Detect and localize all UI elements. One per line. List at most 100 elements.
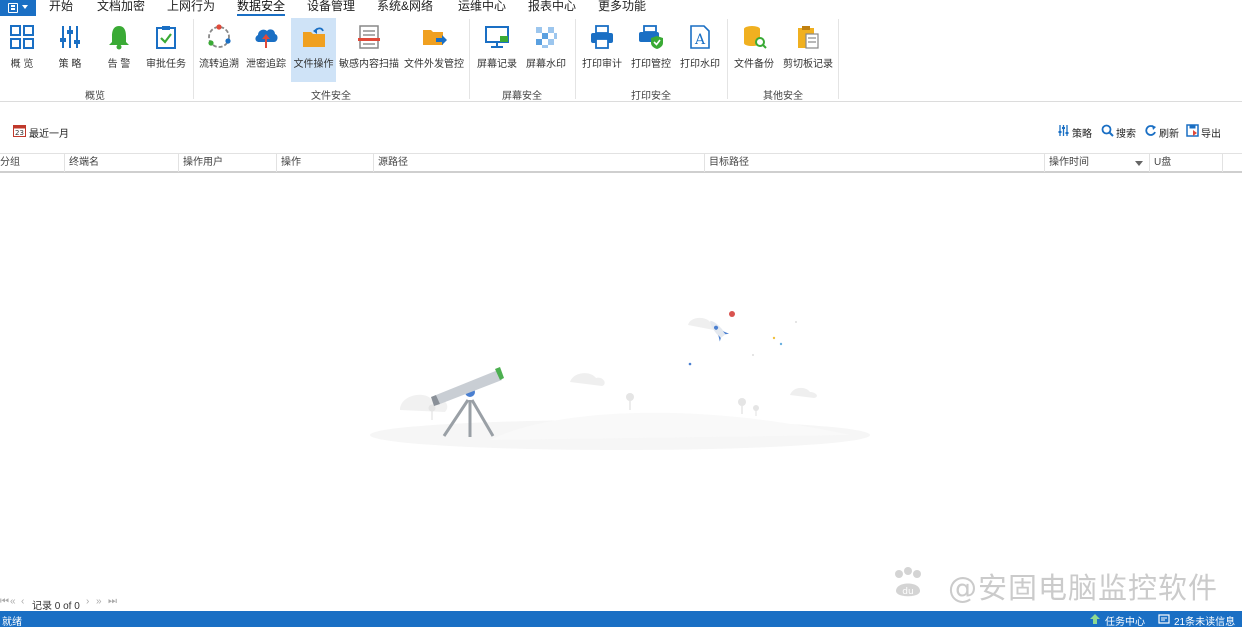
column-header-usb[interactable]: U盘 xyxy=(1150,154,1223,172)
last-page-icon[interactable]: ⏭ xyxy=(108,596,117,607)
overview-label: 概 览 xyxy=(10,59,34,70)
print-audit-label: 打印审计 xyxy=(582,59,622,70)
ribbon: 概 览 策 略 告 警 审批任务 概览 流转追溯 泄密追踪 文件操作 敏感内容扫… xyxy=(0,16,1242,102)
pager: ⏮ « ‹ 记录 0 of 0 › » ⏭ xyxy=(0,596,400,612)
document-scan-icon xyxy=(358,25,380,49)
sensitive-scan-label: 敏感内容扫描 xyxy=(339,59,399,70)
menu-item-report-center[interactable]: 报表中心 xyxy=(528,0,576,16)
sort-caret-down-icon xyxy=(1135,161,1143,166)
export-save-icon xyxy=(1186,124,1199,137)
export-label: 导出 xyxy=(1201,129,1221,140)
print-audit-button[interactable]: 打印审计 xyxy=(579,18,625,82)
menu-item-web-behavior[interactable]: 上网行为 xyxy=(167,0,215,16)
flow-trace-button[interactable]: 流转追溯 xyxy=(197,18,241,82)
unread-messages-label: 21条未读信息 xyxy=(1174,617,1236,627)
folder-send-icon xyxy=(423,30,447,45)
refresh-button[interactable]: 刷新 xyxy=(1144,124,1184,140)
app-menu-icon xyxy=(8,3,18,13)
clipboard-record-label: 剪切板记录 xyxy=(783,59,833,70)
screen-record-label: 屏幕记录 xyxy=(477,59,517,70)
policy-ribbon-button[interactable]: 策 略 xyxy=(48,18,92,82)
column-header-target-path[interactable]: 目标路径 xyxy=(705,154,1045,172)
policy-ribbon-label: 策 略 xyxy=(58,59,82,70)
leak-trace-button[interactable]: 泄密追踪 xyxy=(244,18,288,82)
table-header: 分组 终端名 操作用户 操作 源路径 目标路径 操作时间 U盘 xyxy=(0,153,1242,173)
next-fast-icon[interactable]: » xyxy=(96,596,102,607)
watermark-text: @安固电脑监控软件 xyxy=(948,571,1219,605)
print-control-label: 打印管控 xyxy=(631,59,671,70)
sensitive-scan-button[interactable]: 敏感内容扫描 xyxy=(338,18,400,82)
sliders-icon xyxy=(1058,125,1069,136)
menu-item-device-mgmt[interactable]: 设备管理 xyxy=(307,0,355,16)
column-header-group[interactable]: 分组 xyxy=(0,154,65,172)
file-operation-label: 文件操作 xyxy=(293,59,334,70)
print-control-button[interactable]: 打印管控 xyxy=(628,18,674,82)
cloud-upload-icon xyxy=(255,29,278,48)
file-backup-label: 文件备份 xyxy=(734,59,774,70)
first-page-icon[interactable]: ⏮ xyxy=(0,596,9,607)
column-header-op-time[interactable]: 操作时间 xyxy=(1045,154,1150,172)
group-label-other-security: 其他安全 xyxy=(763,91,803,102)
group-label-print-security: 打印安全 xyxy=(631,91,671,102)
task-arrow-icon xyxy=(1090,614,1100,624)
caret-down-icon xyxy=(22,5,28,9)
column-header-source-path[interactable]: 源路径 xyxy=(374,154,705,172)
clipboard-icon xyxy=(798,26,819,49)
watermark: du @安固电脑监控软件 xyxy=(890,563,1230,605)
alert-label: 告 警 xyxy=(107,59,131,70)
flow-trace-label: 流转追溯 xyxy=(199,59,239,70)
approval-task-label: 审批任务 xyxy=(146,59,186,70)
menu-item-system-network[interactable]: 系统&网络 xyxy=(377,0,433,16)
folder-arrow-icon xyxy=(302,27,325,47)
refresh-icon xyxy=(1145,125,1156,136)
monitor-record-icon xyxy=(485,26,509,48)
overview-grid-icon xyxy=(10,25,34,49)
export-button[interactable]: 导出 xyxy=(1186,124,1226,140)
svg-text:23: 23 xyxy=(15,129,24,137)
file-backup-button[interactable]: 文件备份 xyxy=(731,18,777,82)
approval-task-button[interactable]: 审批任务 xyxy=(144,18,188,82)
menu-item-start[interactable]: 开始 xyxy=(49,0,73,16)
leak-trace-label: 泄密追踪 xyxy=(246,59,286,70)
status-ready: 就绪 xyxy=(2,617,22,627)
menu-item-more[interactable]: 更多功能 xyxy=(598,0,646,16)
column-header-op-time-label: 操作时间 xyxy=(1049,157,1089,168)
refresh-label: 刷新 xyxy=(1159,129,1179,140)
column-header-user[interactable]: 操作用户 xyxy=(179,154,277,172)
policy-button[interactable]: 策略 xyxy=(1057,124,1097,140)
column-header-operation[interactable]: 操作 xyxy=(277,154,374,172)
app-menu-button[interactable] xyxy=(0,0,36,16)
group-separator xyxy=(469,19,470,99)
screen-record-button[interactable]: 屏幕记录 xyxy=(474,18,520,82)
print-watermark-button[interactable]: A 打印水印 xyxy=(677,18,723,82)
printer-shield-icon xyxy=(639,25,663,49)
group-separator xyxy=(575,19,576,99)
menu-item-data-security[interactable]: 数据安全 xyxy=(237,0,286,16)
menu-bar: 开始 文档加密 上网行为 数据安全 设备管理 系统&网络 运维中心 报表中心 更… xyxy=(0,0,1242,16)
record-count: 记录 0 of 0 xyxy=(32,601,80,612)
clipboard-record-button[interactable]: 剪切板记录 xyxy=(780,18,836,82)
clipboard-check-icon xyxy=(156,26,176,49)
group-separator xyxy=(838,19,839,99)
document-letter-a-icon: A xyxy=(690,25,710,49)
prev-page-icon[interactable]: ‹ xyxy=(21,596,24,607)
file-outbound-control-label: 文件外发管控 xyxy=(404,59,464,70)
next-page-icon[interactable]: › xyxy=(86,596,89,607)
search-button[interactable]: 搜索 xyxy=(1101,124,1141,140)
database-search-icon xyxy=(744,26,767,49)
svg-text:A: A xyxy=(694,32,706,48)
screen-watermark-button[interactable]: 屏幕水印 xyxy=(523,18,569,82)
flow-cycle-icon xyxy=(208,24,231,48)
file-outbound-control-button[interactable]: 文件外发管控 xyxy=(403,18,465,82)
alert-button[interactable]: 告 警 xyxy=(97,18,141,82)
menu-item-doc-encrypt[interactable]: 文档加密 xyxy=(97,0,145,16)
group-label-overview: 概览 xyxy=(85,91,105,102)
file-operation-button[interactable]: 文件操作 xyxy=(291,18,336,82)
column-header-terminal[interactable]: 终端名 xyxy=(65,154,179,172)
prev-fast-icon[interactable]: « xyxy=(10,596,16,607)
overview-button[interactable]: 概 览 xyxy=(0,18,44,82)
search-label: 搜索 xyxy=(1116,129,1136,140)
menu-item-ops-center[interactable]: 运维中心 xyxy=(458,0,506,16)
screen-watermark-label: 屏幕水印 xyxy=(526,59,566,70)
message-icon xyxy=(1158,614,1170,624)
